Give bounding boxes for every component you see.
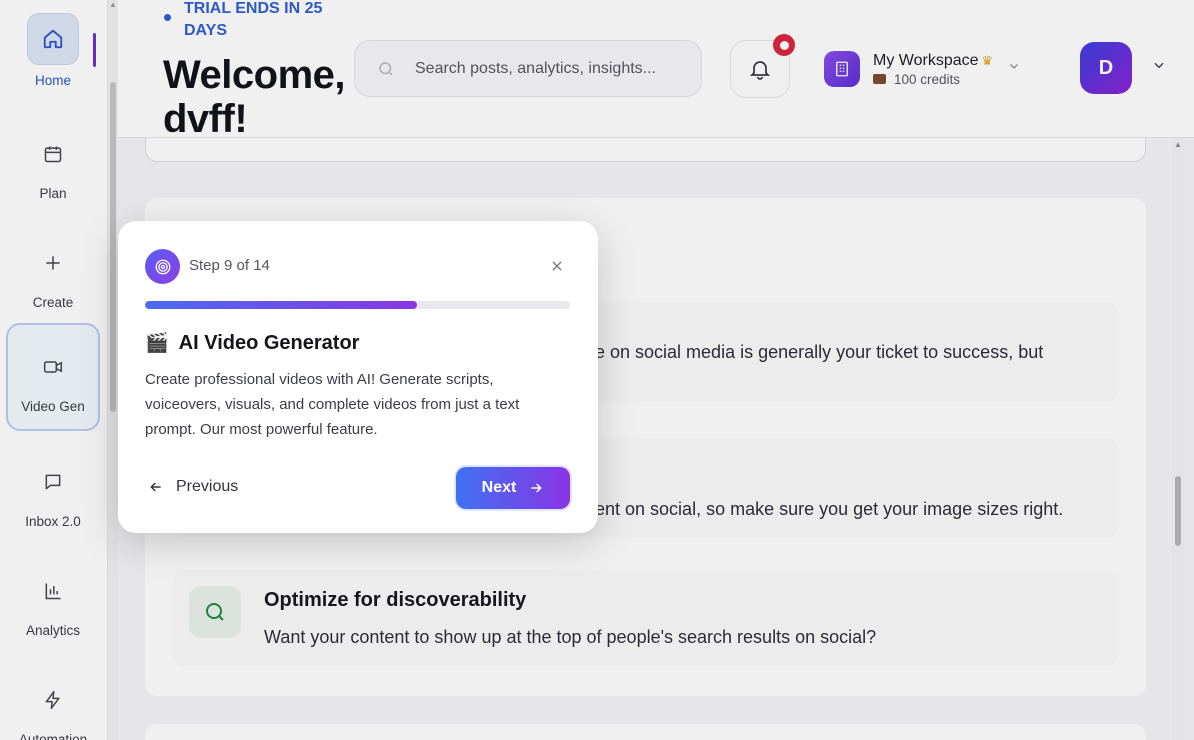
arrow-right-icon (531, 483, 543, 493)
tour-progress-bar (145, 301, 570, 309)
step-counter: Step 9 of 14 (189, 257, 270, 274)
clapperboard-icon: 🎬 (145, 333, 169, 354)
previous-label: Previous (176, 478, 239, 495)
previous-button[interactable]: Previous (148, 471, 238, 503)
close-icon (552, 261, 562, 271)
tour-progress-fill (145, 301, 417, 309)
arrow-left-icon (150, 482, 161, 492)
close-button[interactable] (545, 254, 569, 278)
tour-description: Create professional videos with AI! Gene… (145, 371, 520, 438)
tour-title: 🎬 AI Video Generator (145, 331, 359, 355)
target-icon (145, 249, 180, 284)
tour-title-text: AI Video Generator (178, 331, 360, 354)
tour-modal: Step 9 of 14 🎬 AI Video Generator Create… (118, 221, 598, 533)
next-button[interactable]: Next (456, 467, 570, 509)
next-label: Next (481, 479, 517, 496)
